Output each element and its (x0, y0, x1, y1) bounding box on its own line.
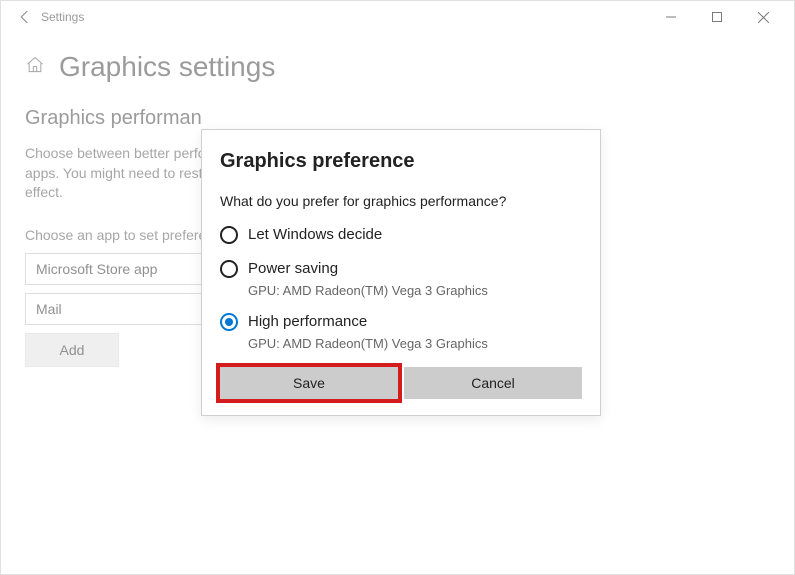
dialog-buttons: Save Cancel (220, 367, 582, 399)
radio-icon (220, 226, 238, 244)
option-sub: GPU: AMD Radeon(TM) Vega 3 Graphics (248, 336, 488, 351)
titlebar: Settings (1, 1, 794, 33)
dialog-title: Graphics preference (220, 150, 582, 173)
window-controls (648, 1, 786, 33)
option-let-windows-decide[interactable]: Let Windows decide (220, 225, 582, 245)
radio-icon (220, 313, 238, 331)
option-label: High performance (248, 312, 488, 332)
option-high-performance[interactable]: High performance GPU: AMD Radeon(TM) Veg… (220, 312, 582, 351)
maximize-button[interactable] (694, 1, 740, 33)
close-button[interactable] (740, 1, 786, 33)
app-type-value: Microsoft Store app (36, 261, 157, 277)
add-button[interactable]: Add (25, 333, 119, 367)
home-icon[interactable] (25, 55, 45, 80)
window-title: Settings (41, 10, 84, 24)
cancel-button[interactable]: Cancel (404, 367, 582, 399)
add-button-label: Add (60, 342, 85, 358)
option-power-saving[interactable]: Power saving GPU: AMD Radeon(TM) Vega 3 … (220, 259, 582, 298)
option-label: Power saving (248, 259, 488, 279)
minimize-button[interactable] (648, 1, 694, 33)
save-button[interactable]: Save (220, 367, 398, 399)
save-button-label: Save (293, 375, 325, 391)
option-label: Let Windows decide (248, 225, 382, 245)
app-value: Mail (36, 301, 62, 317)
option-sub: GPU: AMD Radeon(TM) Vega 3 Graphics (248, 283, 488, 298)
page-heading: Graphics settings (59, 51, 275, 83)
radio-icon (220, 260, 238, 278)
graphics-preference-dialog: Graphics preference What do you prefer f… (201, 129, 601, 416)
dialog-question: What do you prefer for graphics performa… (220, 193, 582, 209)
back-button[interactable] (9, 8, 41, 26)
page-subheading: Graphics performan (25, 107, 770, 130)
cancel-button-label: Cancel (471, 375, 515, 391)
